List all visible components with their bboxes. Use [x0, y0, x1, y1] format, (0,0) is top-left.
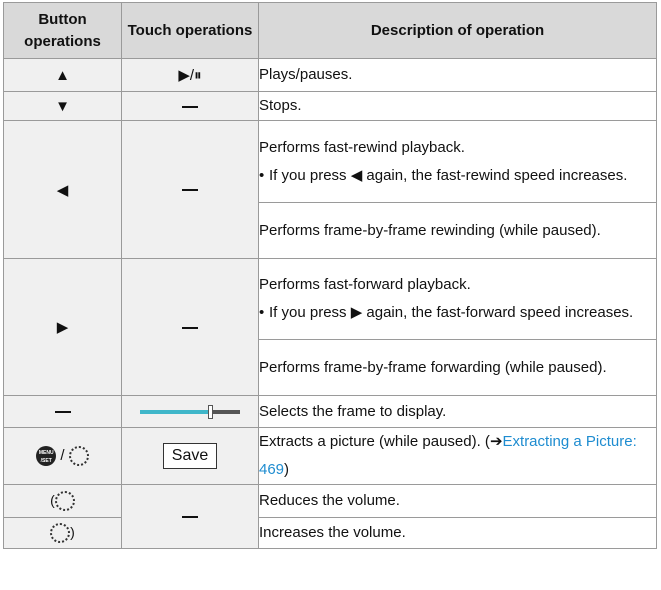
touch-cell [121, 91, 259, 121]
description-text: Performs fast-rewind playback. [259, 138, 465, 156]
separator: / [60, 446, 65, 464]
table-row-extract: MENU/SET / Save Extracts a picture (whil… [3, 427, 657, 485]
touch-cell [121, 484, 259, 549]
description-text-end: ) [284, 461, 290, 478]
menu-set-button-icon: MENU/SET [36, 446, 57, 466]
down-arrow-icon: ▼ [55, 97, 70, 115]
description-bullet: If you press ▶ again, the fast-forward s… [259, 299, 656, 327]
table-row-select-frame: Selects the frame to display. [3, 395, 657, 428]
play-pause-icon: ▶/⏸ [178, 67, 202, 84]
button-cell: ) [3, 517, 122, 549]
slider-thumb[interactable] [208, 405, 213, 420]
slider-fill [140, 410, 210, 415]
description-cell: Performs frame-by-frame rewinding (while… [258, 202, 657, 259]
operations-table: Button operations Touch operations Descr… [3, 2, 657, 549]
description-cell: Selects the frame to display. [258, 395, 657, 428]
description-text: Performs frame-by-frame forwarding (whil… [259, 358, 607, 376]
header-button-operations: Button operations [3, 2, 122, 59]
rear-dial-icon [68, 446, 89, 466]
button-cell: ▶ [3, 258, 122, 396]
right-arrow-icon: ▶ [56, 319, 69, 336]
description-text: Stops. [259, 97, 302, 114]
description-bullet: If you press ◀ again, the fast-rewind sp… [259, 162, 656, 190]
button-cell: ◀ [3, 120, 122, 259]
table-row-play: ▲ ▶/⏸ Plays/pauses. [3, 58, 657, 92]
description-cell: Performs frame-by-frame forwarding (whil… [258, 339, 657, 396]
description-text: Selects the frame to display. [259, 402, 447, 420]
touch-cell: ▶/⏸ [121, 58, 259, 92]
table-row-volume-down: ( Reduces the volume. [3, 484, 657, 549]
touch-cell [121, 120, 259, 259]
dash-icon [54, 411, 71, 414]
button-cell: ( [3, 484, 122, 518]
header-description: Description of operation [258, 2, 657, 59]
description-cell: Performs fast-forward playback. If you p… [258, 258, 657, 340]
frame-slider[interactable] [140, 405, 240, 420]
save-button[interactable]: Save [162, 443, 218, 469]
dash-icon [182, 516, 198, 519]
description-text: Increases the volume. [259, 524, 406, 541]
description-text: Plays/pauses. [259, 66, 353, 83]
description-cell: Increases the volume. [258, 517, 657, 549]
table-row-rewind: ◀ Performs fast-rewind playback. If you … [3, 120, 657, 259]
description-cell: Stops. [258, 91, 657, 121]
up-arrow-icon: ▲ [55, 66, 70, 84]
dash-icon [182, 105, 198, 108]
table-row-stop: ▼ Stops. [3, 91, 657, 121]
description-text: Reduces the volume. [259, 492, 400, 509]
dash-icon [182, 326, 198, 329]
control-dial-left-icon [54, 491, 75, 511]
description-cell: Extracts a picture (while paused). (➔Ext… [258, 427, 657, 485]
arrow-icon: ➔ [489, 433, 503, 450]
header-row: Button operations Touch operations Descr… [3, 2, 657, 59]
description-text: Performs frame-by-frame rewinding (while… [259, 221, 601, 239]
touch-cell: Save [121, 427, 259, 485]
description-text: Extracts a picture (while paused). ( [259, 433, 490, 450]
header-touch-operations: Touch operations [121, 2, 259, 59]
description-cell: Performs fast-rewind playback. If you pr… [258, 120, 657, 203]
touch-cell [121, 258, 259, 396]
left-arrow-icon: ◀ [56, 181, 69, 199]
description-cell: Reduces the volume. [258, 484, 657, 518]
touch-cell [121, 395, 259, 428]
description-text: Performs fast-forward playback. [259, 276, 471, 293]
button-cell: MENU/SET / [3, 427, 122, 485]
control-dial-right-icon [50, 523, 71, 543]
button-cell: ▼ [3, 91, 122, 121]
button-cell [3, 395, 122, 428]
table-row-forward: ▶ Performs fast-forward playback. If you… [3, 258, 657, 396]
table-row-volume-up: ) Increases the volume. [3, 517, 657, 549]
button-cell: ▲ [3, 58, 122, 92]
description-cell: Plays/pauses. [258, 58, 657, 92]
dash-icon [182, 189, 198, 192]
